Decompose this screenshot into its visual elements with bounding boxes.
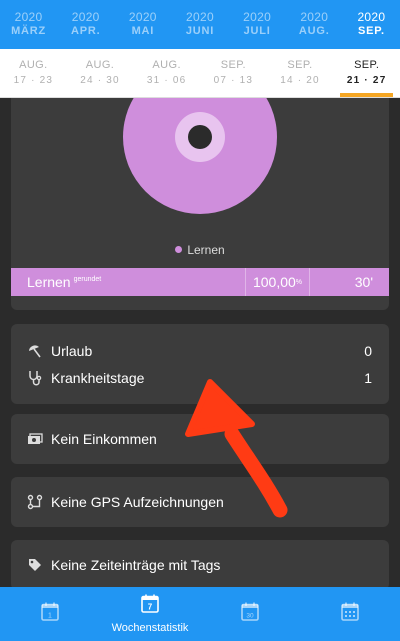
week-days: 14 · 20 [280,75,320,86]
route-icon [27,494,43,510]
calendar-day-icon: 1 [41,602,59,626]
week-tab[interactable]: AUG. 17 · 23 [0,49,67,97]
month-label: AUG. [298,25,330,37]
month-year: 2020 [128,10,157,24]
week-tab-selected[interactable]: SEP. 21 · 27 [333,49,400,97]
category-name: Lernen [27,274,71,290]
month-year: 2020 [300,10,329,24]
month-tab-juli[interactable]: 2020 JULI [229,0,286,49]
legend-dot [175,246,183,253]
week-days: 24 · 30 [80,75,120,86]
bottom-navigation: 1 7 Wochenstatistik 30 [0,587,400,641]
vacation-value: 0 [364,343,372,359]
week-month: AUG. [19,59,48,71]
month-tab-maerz[interactable]: 2020 MÄRZ [0,0,57,49]
category-time: 30' [354,274,373,290]
donut-chart [123,98,277,214]
month-tab-april[interactable]: 2020 APR. [57,0,114,49]
month-label: SEP. [357,25,385,37]
category-percent: 100,00 [252,274,296,290]
nav-year-statistics[interactable] [300,587,400,641]
week-tab[interactable]: AUG. 31 · 06 [133,49,200,97]
week-tab[interactable]: SEP. 14 · 20 [267,49,334,97]
month-label: JULI [243,25,271,37]
month-year: 2020 [243,10,272,24]
month-tab-september[interactable]: 2020 SEP. [343,0,400,49]
nav-week-label: Wochenstatistik [111,622,189,634]
month-label: MAI [131,25,155,37]
nav-day-statistics[interactable]: 1 [0,587,100,641]
calendar-year-icon [341,602,359,626]
stethoscope-icon [27,370,43,386]
month-tab-juni[interactable]: 2020 JUNI [171,0,228,49]
week-month: SEP. [220,59,246,71]
svg-text:7: 7 [148,603,153,612]
week-month: AUG. [152,59,181,71]
rounded-note: gerundet [73,276,102,284]
week-days: 17 · 23 [13,75,54,86]
nav-month-statistics[interactable]: 30 [200,587,300,641]
percent-sign: % [295,278,303,286]
week-tab[interactable]: SEP. 07 · 13 [200,49,267,97]
week-tab[interactable]: AUG. 24 · 30 [67,49,134,97]
week-selector: AUG. 17 · 23 AUG. 24 · 30 AUG. 31 · 06 SEP.… [0,49,400,98]
month-selector: 2020 MÄRZ 2020 APR. 2020 MAI 2020 JUNI 2020 J… [0,0,400,49]
week-month: SEP. [354,59,380,71]
month-tab-mai[interactable]: 2020 MAI [114,0,171,49]
month-year: 2020 [357,10,386,24]
annotation-arrow [185,379,288,518]
tag-icon [27,557,43,573]
money-icon [27,431,43,447]
month-year: 2020 [71,10,100,24]
chart-center-hole [188,125,212,149]
vacation-label: Urlaub [51,343,93,359]
tags-row: Keine Zeiteinträge mit Tags [11,552,389,578]
month-tab-august[interactable]: 2020 AUG. [286,0,343,49]
chart-legend: Lernen [11,243,389,257]
category-chart-card: Lernen Lernen gerundet 100,00% 30' [11,98,389,310]
umbrella-icon [27,343,43,359]
month-year: 2020 [186,10,214,24]
legend-label: Lernen [187,243,225,257]
month-year: 2020 [14,10,43,24]
month-label: APR. [70,25,101,37]
nav-week-statistics[interactable]: 7 Wochenstatistik [100,587,200,641]
week-days: 21 · 27 [346,75,387,86]
tags-card[interactable]: Keine Zeiteinträge mit Tags [11,540,389,587]
svg-text:1: 1 [48,613,52,620]
category-summary-row[interactable]: Lernen gerundet 100,00% 30' [11,268,389,296]
month-label: MÄRZ [11,25,47,37]
week-month: SEP. [287,59,313,71]
calendar-month-icon: 30 [241,602,259,626]
svg-text:30: 30 [246,613,254,620]
month-label: JUNI [185,25,215,37]
calendar-week-icon: 7 [141,594,159,618]
week-days: 07 · 13 [213,75,254,86]
week-month: AUG. [85,59,115,71]
vacation-row[interactable]: Urlaub 0 [11,338,389,364]
week-days: 31 · 06 [146,75,187,86]
sick-days-value: 1 [364,370,372,386]
tags-label: Keine Zeiteinträge mit Tags [51,557,221,573]
